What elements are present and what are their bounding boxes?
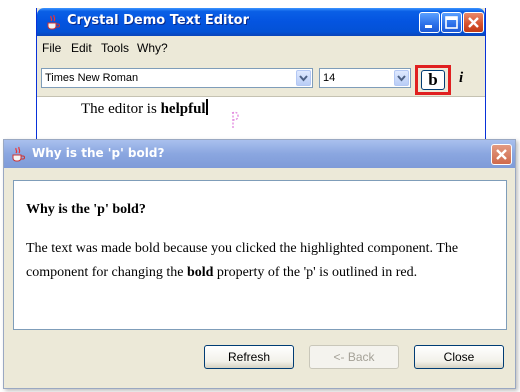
menu-tools[interactable]: Tools xyxy=(101,41,129,55)
refresh-button[interactable]: Refresh xyxy=(204,345,294,369)
explanation-bold-word: bold xyxy=(186,265,214,280)
java-cup-icon xyxy=(12,146,25,162)
editor-title: Crystal Demo Text Editor xyxy=(67,13,250,28)
format-toolbar: Times New Roman 14 b i xyxy=(37,63,485,95)
explanation-text-part2: property of the 'p' is outlined in red. xyxy=(213,265,418,280)
text-caret xyxy=(205,99,208,115)
italic-button[interactable]: i xyxy=(459,70,463,87)
java-cup-icon xyxy=(47,14,60,30)
why-dialog: Why is the 'p' bold? Why is the 'p' bold… xyxy=(3,139,516,389)
dialog-title-bar[interactable]: Why is the 'p' bold? xyxy=(4,140,515,168)
menu-edit[interactable]: Edit xyxy=(71,41,92,55)
editor-content: The editor is helpful xyxy=(81,99,208,118)
highlight-outline: b xyxy=(415,65,451,95)
close-dialog-button[interactable]: Close xyxy=(414,345,504,369)
font-family-dropdown-button[interactable] xyxy=(296,70,311,86)
menu-bar: File Edit Tools Why? xyxy=(37,36,485,60)
maximize-icon xyxy=(445,16,458,29)
minimize-icon xyxy=(425,25,432,28)
selection-highlight-mark xyxy=(231,111,239,128)
explanation-heading: Why is the 'p' bold? xyxy=(26,202,146,217)
font-size-select[interactable]: 14 xyxy=(319,68,411,88)
font-family-select[interactable]: Times New Roman xyxy=(41,68,313,88)
chevron-down-icon xyxy=(397,75,406,82)
back-button[interactable]: <- Back xyxy=(309,345,399,369)
editor-plain-text: The editor is xyxy=(81,101,161,117)
chevron-down-icon xyxy=(299,75,308,82)
close-button[interactable] xyxy=(463,12,484,33)
dialog-close-button[interactable] xyxy=(491,144,512,165)
explanation-panel: Why is the 'p' bold? The text was made b… xyxy=(13,180,507,330)
bold-button[interactable]: b xyxy=(421,70,445,90)
close-icon xyxy=(496,149,507,160)
menu-why[interactable]: Why? xyxy=(137,41,168,55)
minimize-button[interactable] xyxy=(419,12,440,33)
editor-title-bar[interactable]: Crystal Demo Text Editor xyxy=(37,8,485,36)
maximize-button[interactable] xyxy=(441,12,462,33)
explanation-text: The text was made bold because you click… xyxy=(26,237,496,285)
font-size-value: 14 xyxy=(323,72,336,84)
menu-file[interactable]: File xyxy=(42,41,61,55)
font-size-dropdown-button[interactable] xyxy=(394,70,409,86)
editor-bold-text: helpful xyxy=(160,101,206,117)
editor-window: Crystal Demo Text Editor File Edit Tools… xyxy=(36,8,486,159)
close-icon xyxy=(468,17,479,28)
dialog-title: Why is the 'p' bold? xyxy=(32,146,165,160)
font-family-value: Times New Roman xyxy=(45,72,139,84)
